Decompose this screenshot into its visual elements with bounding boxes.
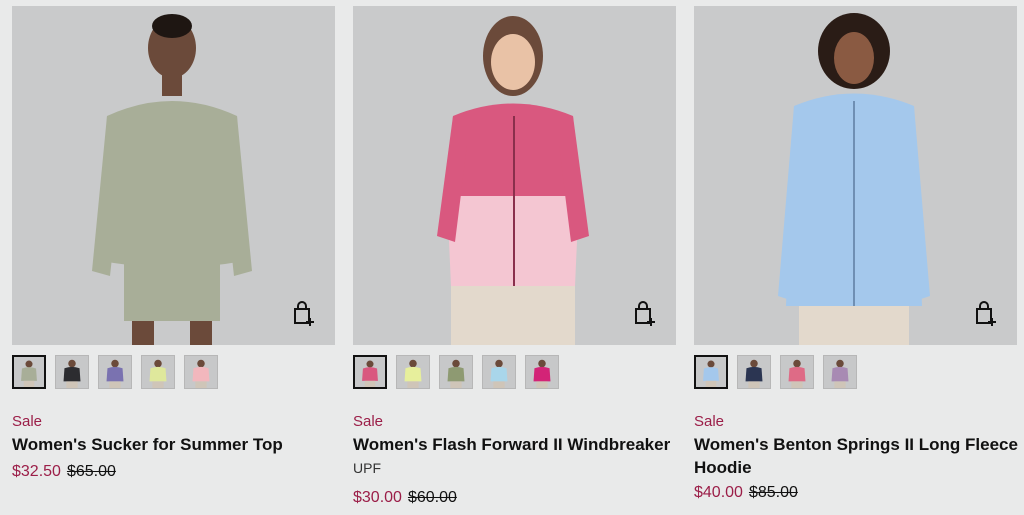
product-card[interactable]: Sale Women's Sucker for Summer Top $32.5… [12,6,335,480]
original-price: $60.00 [407,489,457,506]
color-swatch[interactable] [694,355,728,389]
color-swatch[interactable] [525,355,559,389]
swatch-thumbnail [738,356,770,388]
product-feature: UPF [353,460,381,476]
swatch-thumbnail [696,357,726,387]
product-card[interactable]: Sale Women's Benton Springs II Long Flee… [694,6,1018,501]
swatch-thumbnail [483,356,515,388]
sale-price: $40.00 [694,484,743,501]
color-swatch[interactable] [353,355,387,389]
color-swatch[interactable] [98,355,132,389]
sale-price: $30.00 [353,489,402,506]
sale-badge: Sale [12,413,43,430]
product-image[interactable] [694,6,1017,345]
swatch-thumbnail [440,356,472,388]
original-price: $85.00 [748,484,798,501]
price: $30.00 $60.00 [353,489,457,507]
swatch-thumbnail [99,356,131,388]
model-photo [353,6,676,345]
color-swatch[interactable] [184,355,218,389]
swatch-thumbnail [14,357,44,387]
price: $40.00 $85.00 [694,484,798,502]
color-swatch[interactable] [141,355,175,389]
price: $32.50 $65.00 [12,463,116,481]
color-swatch[interactable] [12,355,46,389]
product-title[interactable]: Women's Benton Springs II Long Fleece Ho… [694,433,1024,479]
sale-badge: Sale [694,413,725,430]
color-swatch[interactable] [396,355,430,389]
model-photo [12,6,335,345]
color-swatch[interactable] [482,355,516,389]
add-to-bag-icon[interactable] [293,301,315,327]
color-swatch[interactable] [823,355,857,389]
original-price: $65.00 [66,463,116,480]
sale-price: $32.50 [12,463,61,480]
swatch-thumbnail [824,356,856,388]
color-swatch[interactable] [439,355,473,389]
swatch-thumbnail [397,356,429,388]
product-title[interactable]: Women's Flash Forward II Windbreaker [353,433,683,456]
model-photo [694,6,1017,345]
swatch-thumbnail [781,356,813,388]
color-swatch[interactable] [737,355,771,389]
swatch-thumbnail [56,356,88,388]
sale-badge: Sale [353,413,384,430]
swatch-thumbnail [355,357,385,387]
swatch-thumbnail [185,356,217,388]
swatch-thumbnail [142,356,174,388]
swatch-thumbnail [526,356,558,388]
color-swatch[interactable] [55,355,89,389]
add-to-bag-icon[interactable] [975,301,997,327]
product-card[interactable]: Sale Women's Flash Forward II Windbreake… [353,6,676,506]
add-to-bag-icon[interactable] [634,301,656,327]
product-image[interactable] [353,6,676,345]
product-title[interactable]: Women's Sucker for Summer Top [12,433,342,456]
color-swatch[interactable] [780,355,814,389]
product-image[interactable] [12,6,335,345]
